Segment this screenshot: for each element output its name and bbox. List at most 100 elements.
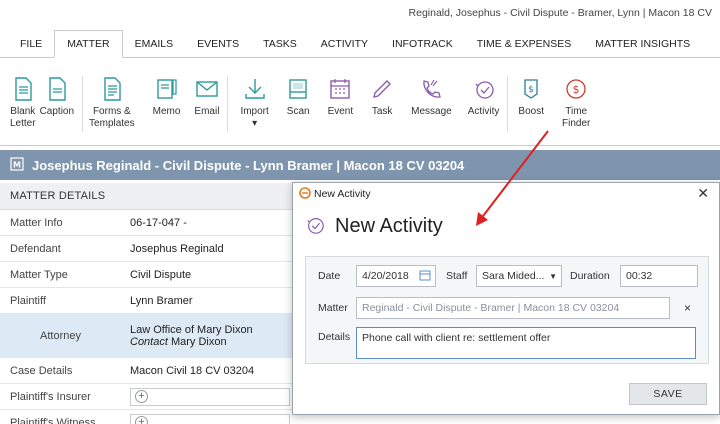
matter-title: Josephus Reginald - Civil Dispute - Lynn… <box>32 157 465 173</box>
staff-select[interactable]: Sara Mided... ▼ <box>476 265 562 287</box>
import-label: Import ▾ <box>240 106 269 129</box>
detail-row-attorney[interactable]: Attorney Law Office of Mary Dixon Contac… <box>0 314 300 358</box>
activity-label: Activity <box>467 106 500 117</box>
tab-events[interactable]: EVENTS <box>185 30 251 58</box>
event-label: Event <box>327 106 354 117</box>
detail-row[interactable]: Case Details Macon Civil 18 CV 03204 <box>0 358 300 384</box>
detail-value: + <box>130 387 300 406</box>
ribbon-separator <box>227 76 229 132</box>
memo-button[interactable]: Memo <box>153 76 180 146</box>
tab-emails[interactable]: EMAILS <box>123 30 186 58</box>
detail-value: Josephus Reginald <box>130 242 224 255</box>
message-button[interactable]: Message <box>411 76 452 146</box>
dialog-heading: New Activity <box>305 215 443 238</box>
boost-button[interactable]: $ Boost <box>518 76 544 146</box>
dialog-titlebar: New Activity ✕ <box>293 183 719 205</box>
title-bar: Reginald, Josephus - Civil Dispute - Bra… <box>0 0 720 30</box>
blank-letter-button[interactable]: Blank Letter <box>10 76 36 146</box>
event-button[interactable]: Event <box>327 76 354 146</box>
detail-key: Attorney <box>40 329 81 342</box>
forms-templates-label: Forms & Templates <box>89 106 135 129</box>
matter-icon: M <box>10 156 24 174</box>
clear-icon[interactable]: × <box>684 301 691 315</box>
details-row: Details Phone call with client re: settl… <box>318 327 696 359</box>
dialog-window-title: New Activity <box>314 188 371 200</box>
dialog-heading-text: New Activity <box>335 215 443 237</box>
detail-row[interactable]: Plaintiff Lynn Bramer <box>0 288 300 314</box>
detail-row[interactable]: Plaintiff's Insurer + <box>0 384 300 410</box>
new-activity-dialog: New Activity ✕ New Activity Date 4/20/20… <box>292 182 720 415</box>
detail-row[interactable]: Matter Type Civil Dispute <box>0 262 300 288</box>
import-button[interactable]: Import ▾ <box>240 76 269 146</box>
memo-icon <box>156 76 178 102</box>
add-icon[interactable]: + <box>135 416 148 424</box>
download-icon <box>244 76 266 102</box>
scan-button[interactable]: Scan <box>287 76 310 146</box>
svg-text:$: $ <box>528 85 534 95</box>
time-finder-label: Time Finder <box>561 106 591 129</box>
caption-label: Caption <box>39 106 75 117</box>
details-label: Details <box>318 331 351 343</box>
date-field[interactable]: 4/20/2018 <box>356 265 436 287</box>
task-button[interactable]: Task <box>371 76 393 146</box>
tab-tasks[interactable]: TASKS <box>251 30 309 58</box>
save-button[interactable]: SAVE <box>629 383 707 405</box>
activity-button[interactable]: Activity <box>467 76 500 146</box>
matter-details-panel: MATTER DETAILS Matter Info 06-17-047 - D… <box>0 183 300 424</box>
detail-value: Civil Dispute <box>130 268 192 281</box>
detail-key: Matter Type <box>10 268 68 281</box>
duration-label: Duration <box>570 270 610 282</box>
add-icon[interactable]: + <box>135 390 148 403</box>
email-button[interactable]: Email <box>194 76 219 146</box>
calendar-icon[interactable] <box>419 269 431 284</box>
detail-row[interactable]: Defendant Josephus Reginald <box>0 236 300 262</box>
activity-icon <box>305 215 325 238</box>
matter-row: Matter Reginald - Civil Dispute - Bramer… <box>318 297 691 319</box>
scanner-icon <box>287 76 309 102</box>
detail-key: Matter Info <box>10 216 63 229</box>
matter-field[interactable]: Reginald - Civil Dispute - Bramer | Maco… <box>356 297 670 319</box>
contact-name: Mary Dixon <box>170 335 227 348</box>
activity-icon <box>473 76 495 102</box>
chevron-down-icon: ▼ <box>549 271 557 281</box>
attorney-contact: Contact Mary Dixon <box>130 336 300 348</box>
matter-title-bar: M Josephus Reginald - Civil Dispute - Ly… <box>0 150 720 180</box>
email-label: Email <box>194 106 220 117</box>
tab-matter[interactable]: MATTER <box>54 30 123 58</box>
matter-details-header: MATTER DETAILS <box>0 183 300 210</box>
phone-icon <box>420 76 442 102</box>
message-label: Message <box>411 106 452 117</box>
ribbon-separator <box>82 76 84 132</box>
details-field[interactable]: Phone call with client re: settlement of… <box>356 327 696 359</box>
time-finder-button[interactable]: $ Time Finder <box>562 76 590 146</box>
detail-row[interactable]: Plaintiff's Witness + <box>0 410 300 424</box>
detail-value: Lynn Bramer <box>130 294 193 307</box>
calendar-icon <box>329 76 351 102</box>
tab-infotrack[interactable]: INFOTRACK <box>380 30 465 58</box>
envelope-icon <box>196 76 218 102</box>
contact-label: Contact <box>130 335 168 348</box>
document-icon <box>12 76 34 102</box>
tab-matter-insights[interactable]: MATTER INSIGHTS <box>583 30 702 58</box>
document-icon <box>101 76 123 102</box>
tab-time-expenses[interactable]: TIME & EXPENSES <box>465 30 584 58</box>
detail-row[interactable]: Matter Info 06-17-047 - <box>0 210 300 236</box>
activity-form: Date 4/20/2018 Staff Sara Mided... ▼ Dur… <box>305 256 709 364</box>
detail-key: Plaintiff's Witness <box>10 416 96 424</box>
detail-key: Defendant <box>10 242 61 255</box>
detail-value: 06-17-047 - <box>130 216 187 229</box>
svg-text:$: $ <box>573 83 580 96</box>
detail-key: Plaintiff's Insurer <box>10 390 91 403</box>
date-value: 4/20/2018 <box>362 270 409 282</box>
duration-field[interactable]: 00:32 <box>620 265 698 287</box>
caption-button[interactable]: Caption <box>40 76 74 146</box>
scan-label: Scan <box>286 106 310 117</box>
close-icon[interactable]: ✕ <box>697 185 709 202</box>
tab-activity[interactable]: ACTIVITY <box>309 30 380 58</box>
witness-input[interactable]: + <box>130 413 290 424</box>
forms-templates-button[interactable]: Forms & Templates <box>89 76 135 146</box>
detail-key: Plaintiff <box>10 294 46 307</box>
tab-file[interactable]: FILE <box>8 30 54 58</box>
insurer-input[interactable]: + <box>130 387 290 406</box>
task-label: Task <box>371 106 393 117</box>
